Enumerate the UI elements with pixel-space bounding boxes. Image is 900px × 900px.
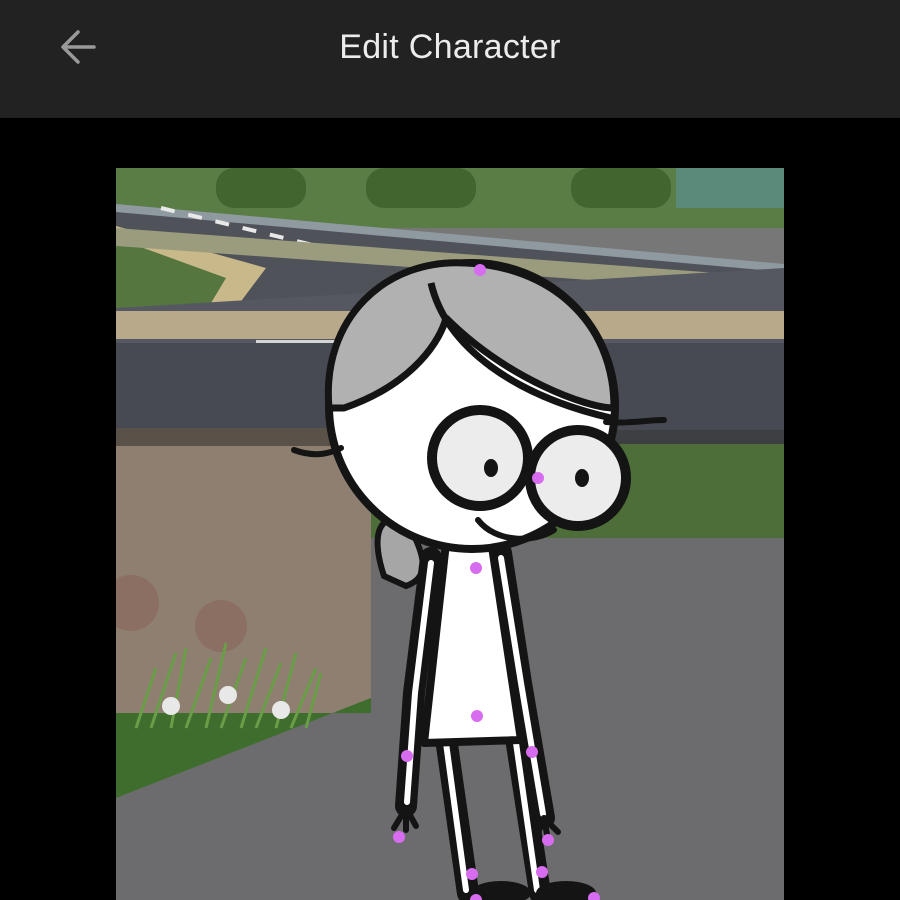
character-head: [291, 259, 667, 553]
joint-handle-right-elbow[interactable]: [526, 746, 538, 758]
joint-handle-head-top[interactable]: [474, 264, 486, 276]
joint-handle-hip[interactable]: [471, 710, 483, 722]
page-title: Edit Character: [339, 27, 561, 66]
character-canvas[interactable]: [116, 168, 784, 900]
joint-handle-right-hand[interactable]: [542, 834, 554, 846]
joint-handle-face-center[interactable]: [532, 472, 544, 484]
joint-handle-right-knee[interactable]: [536, 866, 548, 878]
editor-stage: [0, 118, 900, 900]
back-button[interactable]: [48, 18, 108, 76]
arrow-left-icon: [61, 30, 96, 64]
character-figure[interactable]: [116, 168, 784, 900]
joint-handle-left-hand[interactable]: [393, 831, 405, 843]
top-app-bar: Edit Character: [0, 0, 900, 118]
joint-handle-left-knee[interactable]: [466, 868, 478, 880]
joint-handle-left-elbow[interactable]: [401, 750, 413, 762]
joint-handle-neck[interactable]: [470, 562, 482, 574]
